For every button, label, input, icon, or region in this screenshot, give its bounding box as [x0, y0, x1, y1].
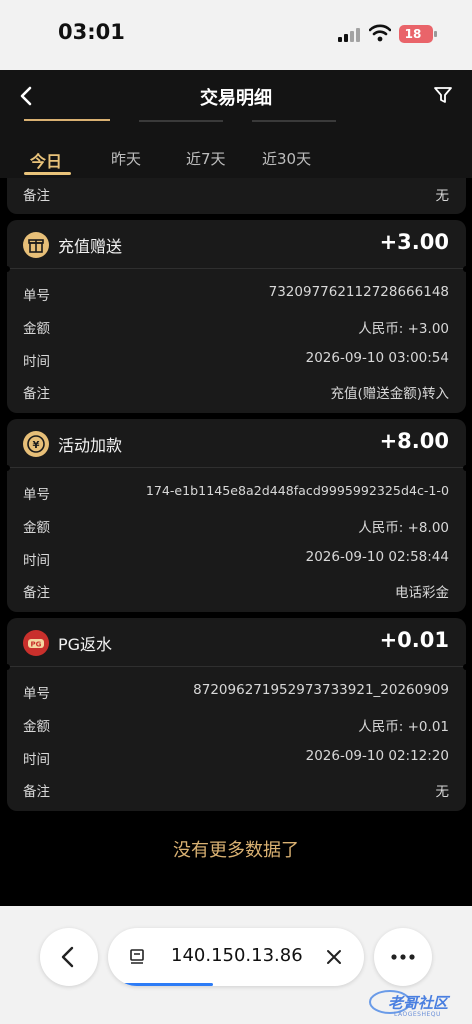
- detail-row: 时间 2026-09-10 02:58:44: [23, 549, 449, 571]
- nav-bar: 交易明细: [0, 70, 472, 122]
- row-label: 金额: [23, 520, 50, 536]
- detail-row: 备注 充值(赠送金额)转入: [23, 382, 449, 404]
- watermark-logo: 老哥社区 LAOGESHEQU: [368, 984, 468, 1020]
- svg-text:¥: ¥: [33, 440, 40, 451]
- row-value: 无: [435, 188, 450, 204]
- row-label: 备注: [23, 784, 50, 800]
- detail-row: 金额 人民币: +0.01: [23, 715, 449, 737]
- app-screen: 交易明细 今日 昨天 近7天 近30天 备注 无 充值赠送 +3.00 单号 7…: [0, 70, 472, 906]
- time-value: 2026-09-10 03:00:54: [305, 350, 449, 366]
- card-header: 充值赠送 +3.00: [7, 220, 466, 268]
- transaction-card: 备注 无: [7, 178, 466, 214]
- row-label: 时间: [23, 354, 50, 370]
- divider: [7, 268, 466, 269]
- detail-row: 单号 732097762112728666148: [23, 284, 449, 306]
- detail-row: 备注 无: [23, 780, 449, 802]
- filter-bar: [0, 119, 472, 178]
- note-value: 无: [435, 784, 450, 800]
- note-value: 充值(赠送金额)转入: [330, 386, 449, 402]
- browser-toolbar: 140.150.13.86 老哥社区 LAOGESHEQU: [0, 906, 472, 1024]
- card-header: PG PG返水 +0.01: [7, 618, 466, 666]
- pg-game-icon: PG: [23, 630, 49, 656]
- transaction-amount: +8.00: [379, 429, 449, 453]
- gift-icon: [23, 232, 49, 258]
- card-header: ¥ 活动加款 +8.00: [7, 419, 466, 467]
- more-dots-icon: [391, 954, 415, 960]
- status-bar: 03:01 18: [0, 0, 472, 70]
- time-value: 2026-09-10 02:58:44: [305, 549, 449, 565]
- detail-row: 备注 无: [23, 184, 449, 206]
- address-text: 140.150.13.86: [171, 945, 303, 966]
- transaction-card: PG PG返水 +0.01 单号 872096271952973733921_2…: [4, 618, 469, 811]
- transaction-title: 活动加款: [58, 436, 123, 455]
- transaction-title: 充值赠送: [58, 237, 123, 256]
- row-label: 单号: [23, 288, 50, 304]
- row-label: 时间: [23, 752, 50, 768]
- transaction-title: PG返水: [58, 635, 113, 654]
- divider: [7, 666, 466, 667]
- tab-today[interactable]: 今日: [30, 148, 62, 172]
- row-label: 金额: [23, 719, 50, 735]
- status-time: 03:01: [58, 20, 125, 44]
- watermark-subtext: LAOGESHEQU: [394, 1011, 441, 1018]
- detail-row: 金额 人民币: +8.00: [23, 516, 449, 538]
- transaction-card: ¥ 活动加款 +8.00 单号 174-e1b1145e8a2d448facd9…: [4, 419, 469, 612]
- row-label: 备注: [23, 585, 50, 601]
- browser-back-button[interactable]: [40, 928, 98, 986]
- wifi-icon: [369, 24, 391, 42]
- page-load-progress: [118, 983, 213, 986]
- detail-row: 金额 人民币: +3.00: [23, 317, 449, 339]
- filter-icon[interactable]: [432, 84, 454, 106]
- amount-value: 人民币: +8.00: [358, 520, 449, 536]
- svg-text:PG: PG: [31, 641, 42, 649]
- detail-row: 单号 174-e1b1145e8a2d448facd9995992325d4c-…: [23, 483, 449, 505]
- transaction-card: 充值赠送 +3.00 单号 732097762112728666148 金额 人…: [4, 220, 469, 413]
- row-label: 单号: [23, 686, 50, 702]
- watermark-text: 老哥社区: [388, 994, 449, 1012]
- page-title: 交易明细: [200, 88, 272, 109]
- row-label: 金额: [23, 321, 50, 337]
- time-value: 2026-09-10 02:12:20: [305, 748, 449, 764]
- detail-row: 备注 电话彩金: [23, 581, 449, 603]
- active-tab-indicator: [24, 172, 71, 175]
- amount-value: 人民币: +0.01: [358, 719, 449, 735]
- transaction-amount: +3.00: [379, 230, 449, 254]
- page-icon: [130, 949, 144, 964]
- detail-row: 单号 872096271952973733921_20260909: [23, 682, 449, 704]
- row-label: 单号: [23, 487, 50, 503]
- tab-last-7-days[interactable]: 近7天: [186, 148, 226, 169]
- coin-icon: ¥: [23, 431, 49, 457]
- address-bar[interactable]: 140.150.13.86: [108, 928, 364, 986]
- order-number: 872096271952973733921_20260909: [193, 682, 449, 698]
- order-number: 174-e1b1145e8a2d448facd9995992325d4c-1-0: [145, 483, 449, 498]
- divider: [7, 467, 466, 468]
- tab-yesterday[interactable]: 昨天: [111, 148, 141, 169]
- detail-row: 时间 2026-09-10 03:00:54: [23, 350, 449, 372]
- close-icon[interactable]: [324, 947, 344, 967]
- amount-value: 人民币: +3.00: [358, 321, 449, 337]
- transaction-amount: +0.01: [379, 628, 449, 652]
- note-value: 电话彩金: [395, 585, 449, 601]
- order-number: 732097762112728666148: [268, 284, 449, 300]
- row-label: 时间: [23, 553, 50, 569]
- no-more-data-label: 没有更多数据了: [173, 840, 299, 861]
- row-label: 备注: [23, 188, 50, 204]
- battery-icon: 18: [399, 25, 437, 43]
- tab-last-30-days[interactable]: 近30天: [262, 148, 311, 169]
- cellular-signal-icon: [338, 28, 360, 42]
- detail-row: 时间 2026-09-10 02:12:20: [23, 748, 449, 770]
- row-label: 备注: [23, 386, 50, 402]
- more-menu-button[interactable]: [374, 928, 432, 986]
- chevron-left-icon: [61, 946, 74, 968]
- battery-level: 18: [404, 27, 422, 41]
